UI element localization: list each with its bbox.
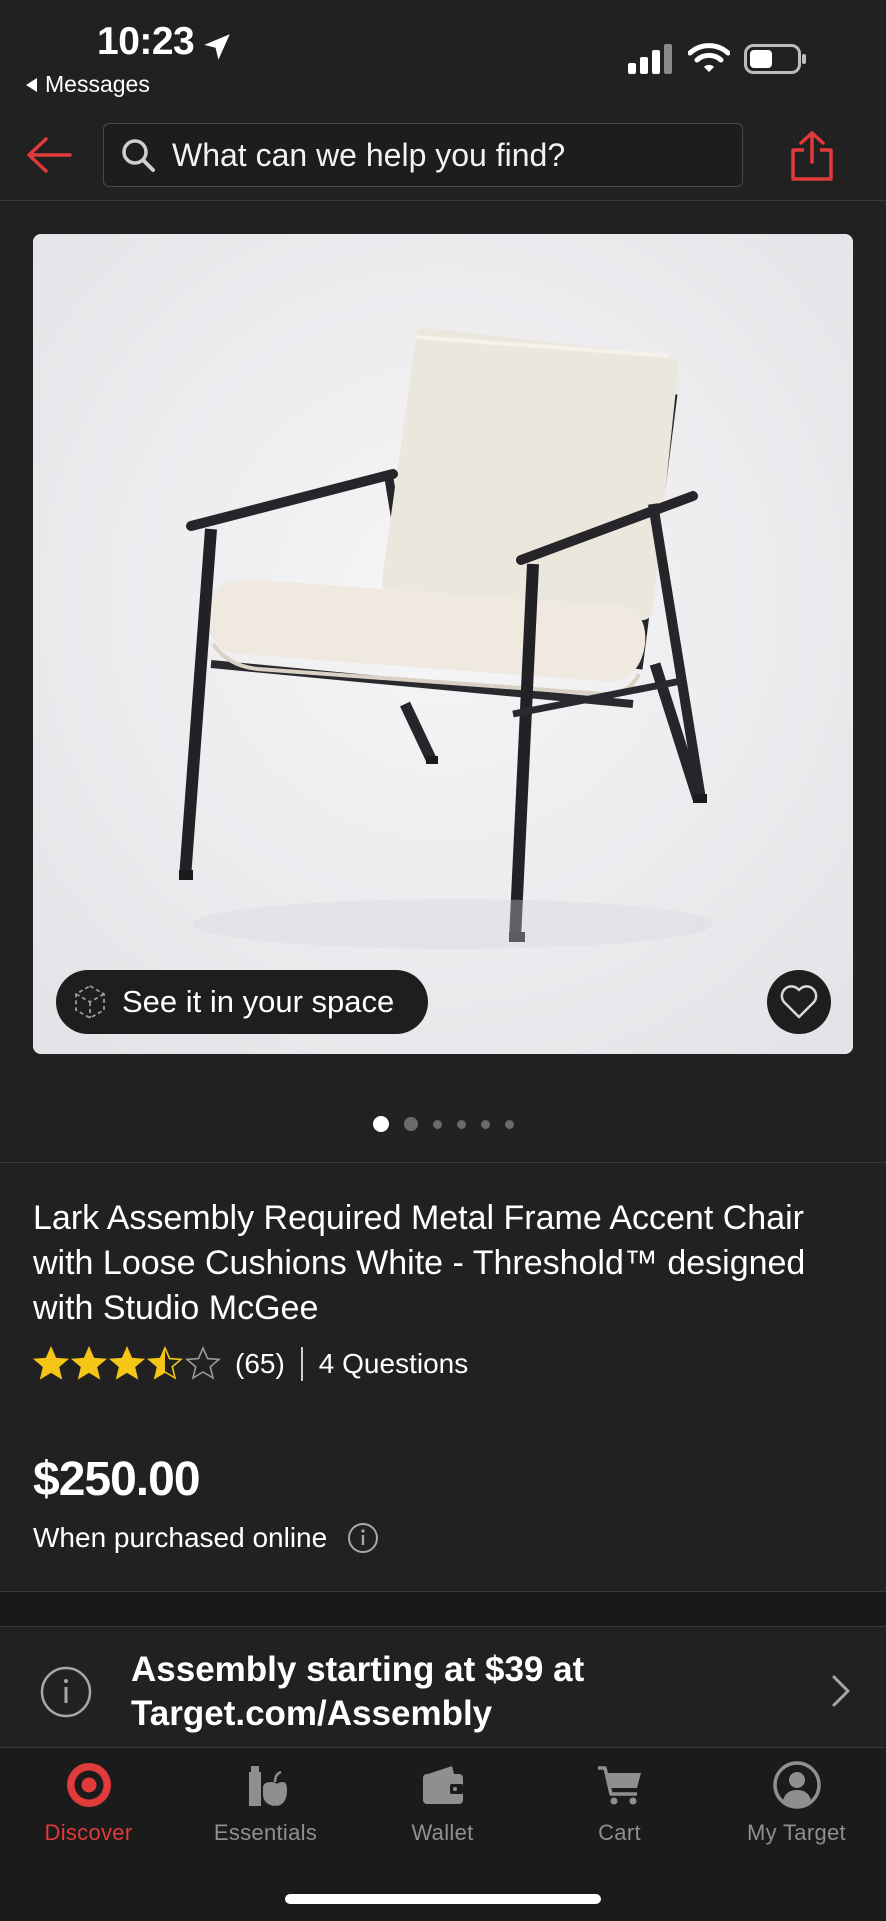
product-image[interactable] [33,234,853,1054]
carousel-dot[interactable] [480,1119,490,1129]
info-icon [40,1666,92,1718]
search-icon [122,139,155,172]
tab-essentials[interactable]: Essentials [177,1760,354,1860]
star-full-icon [71,1346,107,1380]
tab-label: My Target [747,1820,846,1845]
price-note-label: When purchased online [33,1522,328,1553]
wallet-icon [422,1766,463,1804]
profile-icon [772,1761,821,1809]
home-indicator[interactable] [285,1894,601,1904]
essentials-icon [248,1766,287,1806]
chair-photo [33,234,853,1054]
location-arrow-icon [204,34,230,60]
image-carousel-dots[interactable] [0,1116,886,1132]
favorite-button[interactable] [767,970,831,1034]
star-empty-icon [185,1346,221,1380]
info-icon[interactable] [347,1522,379,1554]
star-full-icon [33,1346,69,1380]
carousel-dot[interactable] [403,1117,418,1131]
price-note: When purchased online [33,1522,379,1554]
rating-count[interactable]: (65) [235,1348,285,1380]
wifi-icon [688,43,730,72]
assembly-text: Assembly starting at $39 at Target.com/A… [131,1650,585,1733]
back-triangle-icon [26,77,37,92]
see-in-your-space-label: See it in your space [122,984,395,1019]
questions-link[interactable]: 4 Questions [319,1348,468,1380]
rating-row: (65) 4 Questions [33,1344,468,1384]
status-time: 10:23 [97,20,195,63]
star-half-icon [147,1346,183,1380]
battery-icon [744,44,806,74]
tab-label: Discover [44,1820,133,1845]
back-to-messages-label: Messages [45,71,150,97]
tab-wallet[interactable]: Wallet [354,1760,531,1860]
search-input[interactable]: What can we help you find? [103,123,743,187]
section-gap [0,1591,886,1627]
back-arrow-button[interactable] [24,134,74,176]
cellular-signal-icon [628,44,672,74]
tab-my-target[interactable]: My Target [708,1760,885,1860]
tab-cart[interactable]: Cart [531,1760,708,1860]
carousel-dot[interactable] [432,1119,442,1129]
tab-label: Essentials [213,1820,318,1845]
carousel-dot[interactable] [504,1119,514,1129]
see-in-your-space-button[interactable]: See it in your space [56,970,428,1034]
carousel-dot[interactable] [372,1116,389,1132]
tab-label: Cart [598,1820,641,1845]
search-placeholder: What can we help you find? [172,136,566,173]
tab-label: Wallet [411,1820,474,1845]
bullseye-icon [66,1763,111,1807]
header-divider [0,200,886,201]
star-full-icon [109,1346,145,1380]
product-price: $250.00 [33,1453,201,1506]
rating-separator [300,1347,303,1381]
section-divider [0,1162,886,1163]
star-rating[interactable] [33,1346,221,1382]
heart-icon [780,985,818,1019]
ar-cube-icon [75,984,105,1020]
cart-icon [597,1766,641,1805]
back-to-messages-link[interactable]: Messages [26,71,150,98]
product-title: Lark Assembly Required Metal Frame Accen… [33,1199,806,1327]
carousel-dot[interactable] [456,1119,466,1129]
tab-discover[interactable]: Discover [0,1760,177,1860]
chevron-right-icon [832,1675,850,1707]
share-button[interactable] [788,130,836,182]
